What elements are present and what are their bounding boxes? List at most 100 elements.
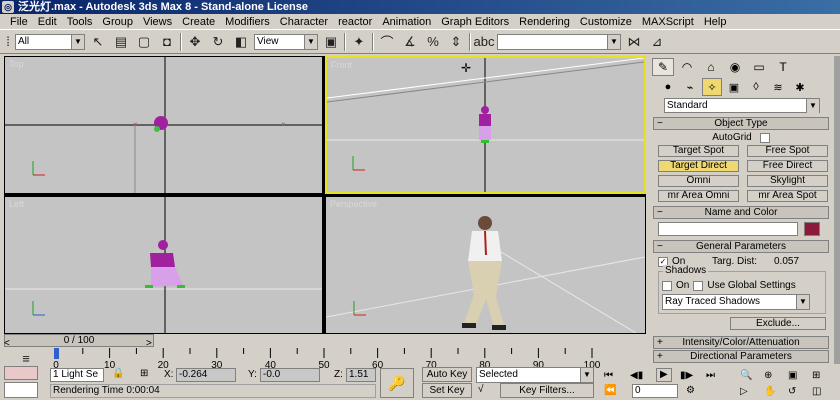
menu-modifiers[interactable]: Modifiers [221,16,276,28]
menu-create[interactable]: Create [178,16,221,28]
viewport-left[interactable]: Left [4,196,323,334]
viewport-top[interactable]: Top × × [4,56,323,194]
menu-edit[interactable]: Edit [34,16,63,28]
motion-tab-icon[interactable]: ◉ [724,58,746,76]
viewport-front[interactable]: Front ✛ [325,56,646,194]
object-type-rollout[interactable]: − Object Type [653,117,829,130]
move-icon[interactable]: ✥ [185,32,205,52]
menu-customize[interactable]: Customize [576,16,638,28]
geometry-icon[interactable]: ● [658,78,678,96]
key-mode-icon[interactable]: 🔑 [380,368,414,398]
modify-tab-icon[interactable]: ◠ [676,58,698,76]
rect-region-icon[interactable]: ▢ [134,32,154,52]
reference-coord-dropdown[interactable]: View ▼ [254,33,318,50]
pan-icon[interactable]: ✋ [764,386,776,398]
zoom-extents-icon[interactable]: ▣ [788,370,797,382]
free-direct-button[interactable]: Free Direct [747,160,828,172]
select-object-icon[interactable]: ↖ [88,32,108,52]
mini-curve-editor-icon[interactable]: ≡ [16,348,36,368]
app-icon[interactable]: ◎ [2,1,14,13]
object-color-swatch[interactable] [804,222,820,236]
edit-named-selections-icon[interactable]: abc [474,32,495,52]
play-icon[interactable]: ▶ [656,368,672,382]
angle-snap-icon[interactable]: ∡ [400,32,420,52]
menu-character[interactable]: Character [276,16,334,28]
time-slider-left-arrow[interactable]: < [4,338,10,350]
menu-animation[interactable]: Animation [378,16,437,28]
target-direct-button[interactable]: Target Direct [658,160,739,172]
spinner-snap-icon[interactable]: ⇕ [446,32,466,52]
mr-area-omni-button[interactable]: mr Area Omni [658,190,739,202]
menu-graph-editors[interactable]: Graph Editors [437,16,515,28]
hierarchy-tab-icon[interactable]: ⌂ [700,58,722,76]
viewport-perspective[interactable]: Perspective [325,196,646,334]
pivot-icon[interactable]: ▣ [321,32,341,52]
skylight-button[interactable]: Skylight [747,175,828,187]
mirror-icon[interactable]: ⋈ [624,32,644,52]
maxscript-listener-pink[interactable] [4,366,38,380]
auto-key-button[interactable]: Auto Key [422,367,472,382]
named-selection-dropdown[interactable]: ▼ [497,33,621,50]
space-warps-icon[interactable]: ≋ [768,78,788,96]
shadows-on-checkbox[interactable] [662,280,672,291]
zoom-icon[interactable]: 🔍 [740,370,752,382]
absolute-mode-icon[interactable]: ⊞ [140,368,148,380]
previous-frame-icon[interactable]: ◀▮ [630,370,643,382]
select-manipulate-icon[interactable]: ✦ [349,32,369,52]
key-mode-dropdown[interactable]: Selected ▼ [476,367,594,383]
omni-button[interactable]: Omni [658,175,739,187]
free-spot-button[interactable]: Free Spot [747,145,828,157]
light-category-dropdown[interactable]: Standard ▼ [664,98,820,113]
menu-reactor[interactable]: reactor [334,16,378,28]
scale-icon[interactable]: ◧ [231,32,251,52]
cameras-icon[interactable]: ▣ [724,78,744,96]
field-of-view-icon[interactable]: ▷ [740,386,748,398]
y-coord-field[interactable]: -0.0 [260,368,320,382]
time-configuration-icon[interactable]: ⚙ [686,385,695,397]
menu-views[interactable]: Views [139,16,178,28]
menu-file[interactable]: File [6,16,34,28]
menu-tools[interactable]: Tools [63,16,99,28]
next-frame-icon[interactable]: ▮▶ [680,370,693,382]
maxscript-listener-white[interactable] [4,382,38,398]
general-parameters-rollout[interactable]: − General Parameters [653,240,829,253]
orbit-icon[interactable]: ↺ [788,386,796,398]
menu-group[interactable]: Group [98,16,139,28]
shapes-icon[interactable]: ⌁ [680,78,700,96]
percent-snap-icon[interactable]: % [423,32,443,52]
key-filters-button[interactable]: Key Filters... [500,383,594,398]
selection-filter-dropdown[interactable]: All ▼ [15,33,85,50]
utilities-tab-icon[interactable]: T [772,58,794,76]
viewport-area[interactable]: Top × × Front ✛ Left Perspective [4,56,646,334]
create-tab-icon[interactable]: ✎ [652,58,674,76]
select-by-name-icon[interactable]: ▤ [111,32,131,52]
autogrid-checkbox[interactable] [759,132,770,143]
go-to-end-icon[interactable]: ⏭ [706,370,715,382]
key-mode-toggle-icon[interactable]: ⏪ [604,385,616,397]
use-global-checkbox[interactable] [693,280,704,291]
x-coord-field[interactable]: -0.264 [176,368,236,382]
lights-icon[interactable]: ✧ [702,78,722,96]
menu-maxscript[interactable]: MAXScript [638,16,700,28]
window-crossing-icon[interactable]: ◘ [157,32,177,52]
undo-icon[interactable]: ⁞ [4,32,12,52]
menu-rendering[interactable]: Rendering [515,16,576,28]
target-spot-button[interactable]: Target Spot [658,145,739,157]
mr-area-spot-button[interactable]: mr Area Spot [747,190,828,202]
go-to-start-icon[interactable]: ⏮ [604,370,613,382]
object-name-field[interactable] [658,222,798,236]
exclude-button[interactable]: Exclude... [730,317,826,330]
name-color-rollout[interactable]: − Name and Color [653,206,829,219]
shadow-type-dropdown[interactable]: Ray Traced Shadows ▼ [662,294,810,310]
helpers-icon[interactable]: ◊ [746,78,766,96]
set-key-button[interactable]: Set Key [422,383,472,398]
systems-icon[interactable]: ✱ [790,78,810,96]
display-tab-icon[interactable]: ▭ [748,58,770,76]
maximize-viewport-icon[interactable]: ◫ [812,386,821,398]
zoom-all-icon[interactable]: ⊕ [764,370,772,382]
zoom-extents-all-icon[interactable]: ⊞ [812,370,820,382]
default-tangent-icon[interactable]: √ [478,384,484,396]
time-slider[interactable]: 0 / 100 [4,334,154,347]
rotate-icon[interactable]: ↻ [208,32,228,52]
lock-selection-icon[interactable]: 🔒 [112,368,124,380]
